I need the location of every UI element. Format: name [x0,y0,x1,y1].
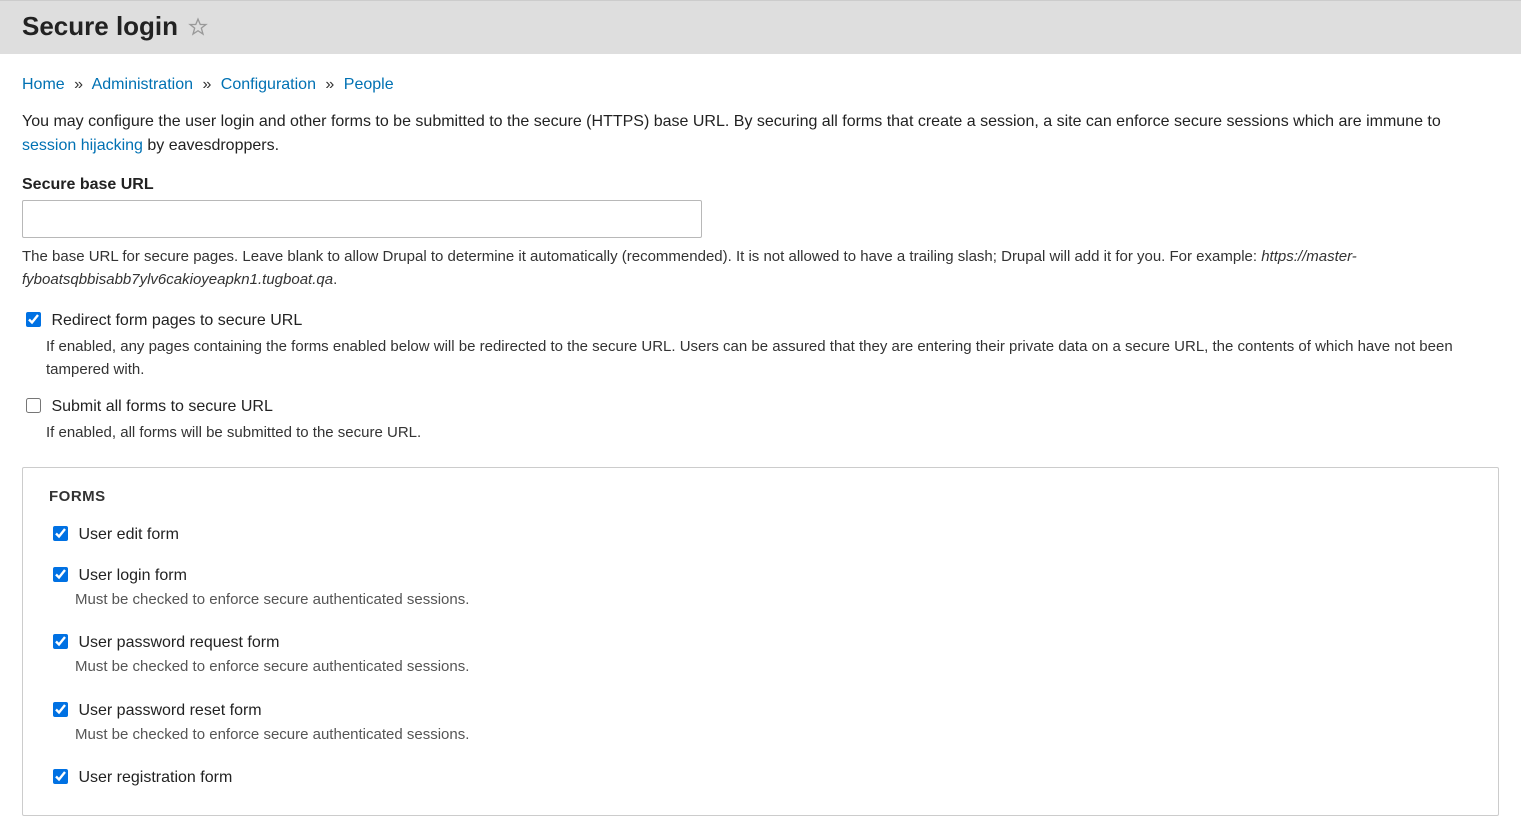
content-region: Home » Administration » Configuration » … [0,54,1521,838]
user-edit-checkbox[interactable] [53,526,68,541]
form-item-user-password-reset: User password reset form Must be checked… [49,699,1472,747]
form-item-label[interactable]: User password request form [49,634,279,651]
submit-all-checkbox-label[interactable]: Submit all forms to secure URL [22,398,273,415]
form-item-text: User edit form [78,526,178,543]
user-password-request-checkbox[interactable] [53,634,68,649]
form-item-label[interactable]: User password reset form [49,702,262,719]
form-item-desc: Must be checked to enforce secure authen… [75,656,1472,679]
forms-legend: FORMS [49,488,1472,505]
form-item-desc: Must be checked to enforce secure authen… [75,724,1472,747]
redirect-label-text: Redirect form pages to secure URL [51,312,302,329]
breadcrumb-sep: » [202,76,211,93]
desc-text: The base URL for secure pages. Leave bla… [22,248,1261,265]
session-hijacking-link[interactable]: session hijacking [22,137,143,154]
intro-part2: by eavesdroppers. [143,137,279,154]
user-password-reset-checkbox[interactable] [53,702,68,717]
form-item-label[interactable]: User edit form [49,526,179,543]
submit-all-description: If enabled, all forms will be submitted … [46,422,1499,445]
form-item-desc: Must be checked to enforce secure authen… [75,589,1472,612]
submit-all-checkbox-row: Submit all forms to secure URL If enable… [22,395,1499,445]
intro-part1: You may configure the user login and oth… [22,113,1441,130]
desc-text-end: . [333,271,337,288]
breadcrumb-sep: » [74,76,83,93]
form-item-user-login: User login form Must be checked to enfor… [49,564,1472,612]
breadcrumb: Home » Administration » Configuration » … [22,76,1499,94]
breadcrumb-people[interactable]: People [344,76,394,93]
form-item-text: User registration form [78,769,232,786]
breadcrumb-configuration[interactable]: Configuration [221,76,316,93]
form-item-label[interactable]: User login form [49,567,187,584]
form-item-user-registration: User registration form [49,766,1472,787]
form-item-user-password-request: User password request form Must be check… [49,631,1472,679]
redirect-checkbox[interactable] [26,312,41,327]
header-bar: Secure login [0,0,1521,54]
redirect-checkbox-row: Redirect form pages to secure URL If ena… [22,309,1499,381]
submit-all-checkbox[interactable] [26,398,41,413]
page-title: Secure login [22,11,178,42]
form-item-text: User login form [78,567,186,584]
forms-list: User edit form User login form Must be c… [49,523,1472,788]
secure-base-url-item: Secure base URL The base URL for secure … [22,176,1499,291]
star-icon[interactable] [188,17,208,37]
forms-fieldset: FORMS User edit form User login form Mus… [22,467,1499,817]
breadcrumb-administration[interactable]: Administration [92,76,193,93]
form-item-text: User password reset form [78,702,261,719]
breadcrumb-sep: » [325,76,334,93]
submit-all-label-text: Submit all forms to secure URL [51,398,272,415]
breadcrumb-home[interactable]: Home [22,76,65,93]
user-login-checkbox[interactable] [53,567,68,582]
redirect-checkbox-label[interactable]: Redirect form pages to secure URL [22,312,302,329]
form-item-user-edit: User edit form [49,523,1472,544]
form-item-text: User password request form [78,634,279,651]
user-registration-checkbox[interactable] [53,769,68,784]
intro-text: You may configure the user login and oth… [22,110,1499,158]
redirect-description: If enabled, any pages containing the for… [46,336,1499,381]
form-item-label[interactable]: User registration form [49,769,232,786]
secure-base-url-input[interactable] [22,200,702,238]
secure-base-url-description: The base URL for secure pages. Leave bla… [22,246,1499,291]
secure-base-url-label: Secure base URL [22,176,1499,194]
